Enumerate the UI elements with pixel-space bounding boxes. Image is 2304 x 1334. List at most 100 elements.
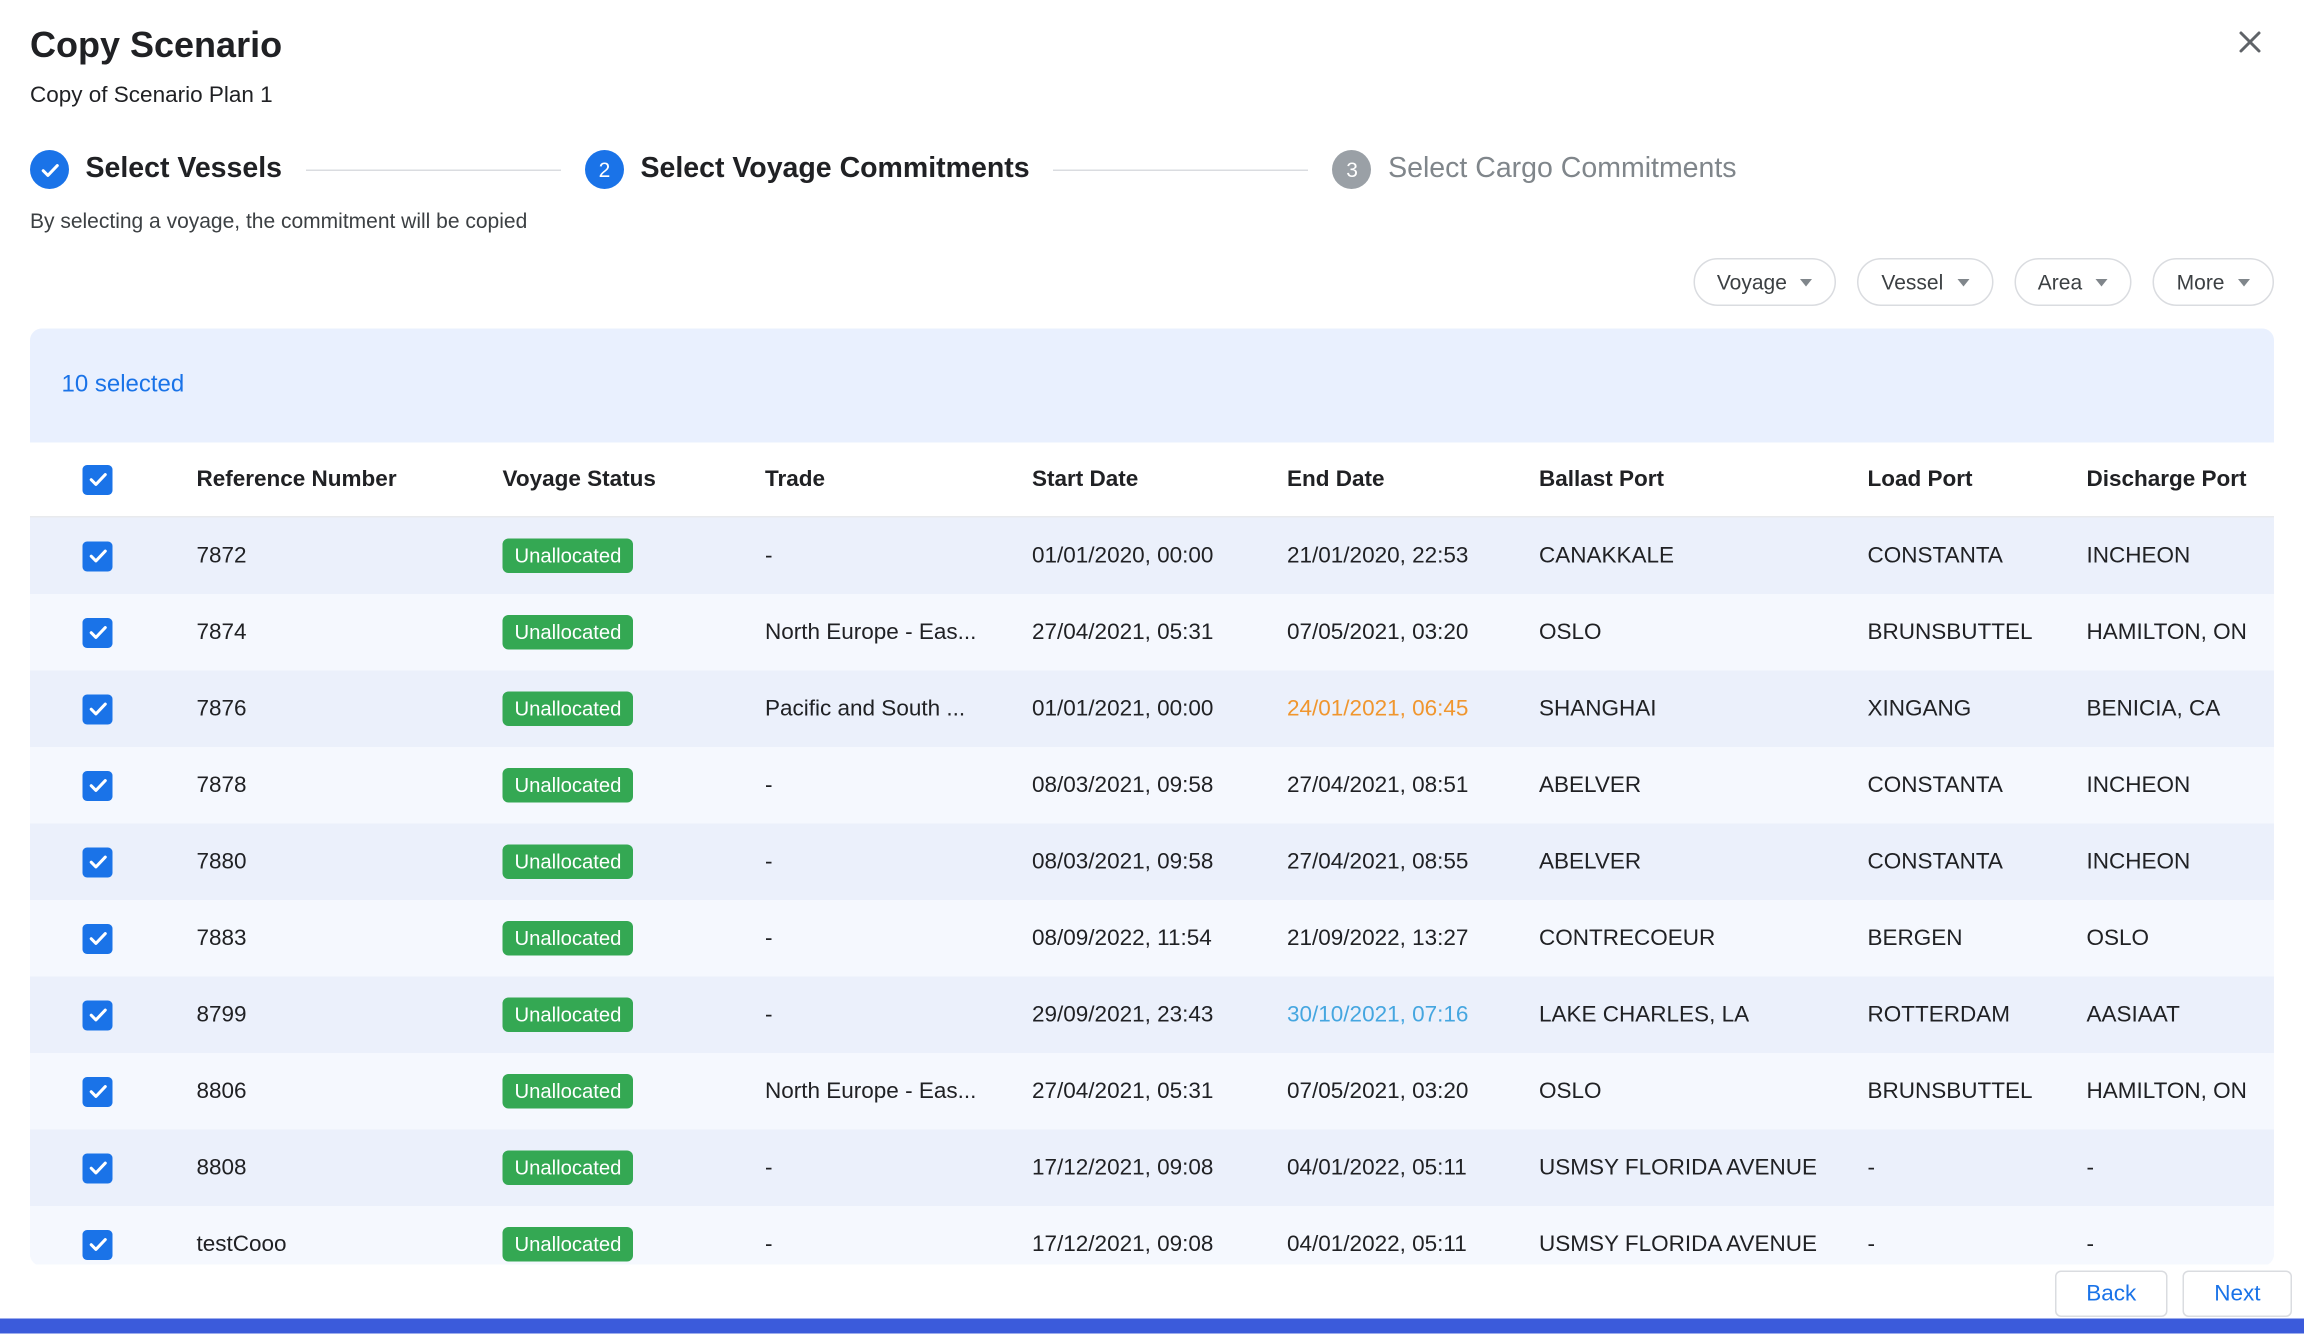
cell-load-port: -: [1836, 1232, 2055, 1258]
cell-start-date: 08/09/2022, 11:54: [1001, 926, 1256, 952]
cell-load-port: XINGANG: [1836, 696, 2055, 722]
cell-end-date: 27/04/2021, 08:51: [1256, 773, 1508, 799]
cell-load-port: CONSTANTA: [1836, 773, 2055, 799]
cell-ballast-port: CANAKKALE: [1508, 543, 1837, 569]
table-row[interactable]: 7872 Unallocated - 01/01/2020, 00:00 21/…: [30, 518, 2274, 595]
cell-ballast-port: OSLO: [1508, 620, 1837, 646]
step-select-voyage-commitments[interactable]: 2 Select Voyage Commitments: [585, 150, 1030, 189]
cell-ballast-port: ABELVER: [1508, 849, 1837, 875]
cell-end-date: 04/01/2022, 05:11: [1256, 1155, 1508, 1181]
row-checkbox[interactable]: [83, 617, 113, 647]
cell-ballast-port: LAKE CHARLES, LA: [1508, 1002, 1837, 1028]
cell-load-port: CONSTANTA: [1836, 543, 2055, 569]
dialog-header: Copy Scenario Copy of Scenario Plan 1: [0, 0, 2304, 111]
column-header-reference-number: Reference Number: [165, 467, 471, 493]
step-number-badge: 3: [1333, 150, 1372, 189]
back-button[interactable]: Back: [2055, 1271, 2168, 1318]
row-checkbox[interactable]: [83, 1153, 113, 1183]
cell-ballast-port: ABELVER: [1508, 773, 1837, 799]
cell-start-date: 17/12/2021, 09:08: [1001, 1155, 1256, 1181]
table-row[interactable]: 7878 Unallocated - 08/03/2021, 09:58 27/…: [30, 747, 2274, 824]
voyage-status-badge: Unallocated: [503, 768, 634, 802]
voyage-commitments-table: 10 selected Reference Number Voyage Stat…: [30, 329, 2274, 1267]
filter-bar: Voyage Vessel Area More: [30, 258, 2274, 306]
filter-label: Vessel: [1881, 270, 1943, 294]
row-checkbox[interactable]: [83, 923, 113, 953]
cell-voyage-status: Unallocated: [471, 768, 734, 802]
step-select-cargo-commitments[interactable]: 3 Select Cargo Commitments: [1333, 150, 1737, 189]
table-row[interactable]: 8808 Unallocated - 17/12/2021, 09:08 04/…: [30, 1130, 2274, 1207]
cell-discharge-port: BENICIA, CA: [2055, 696, 2274, 722]
selected-count: 10 selected: [62, 372, 185, 399]
cell-voyage-status: Unallocated: [471, 1227, 734, 1261]
cell-ballast-port: SHANGHAI: [1508, 696, 1837, 722]
cell-load-port: BRUNSBUTTEL: [1836, 1079, 2055, 1105]
close-icon: [2235, 26, 2265, 64]
cell-end-date: 30/10/2021, 07:16: [1256, 1002, 1508, 1028]
chevron-down-icon: [2096, 278, 2108, 286]
step-label: Select Voyage Commitments: [641, 153, 1030, 186]
cell-voyage-status: Unallocated: [471, 998, 734, 1032]
cell-discharge-port: -: [2055, 1155, 2274, 1181]
select-all-checkbox[interactable]: [83, 464, 113, 494]
voyage-status-badge: Unallocated: [503, 615, 634, 649]
filter-area-dropdown[interactable]: Area: [2014, 258, 2132, 306]
filter-more-dropdown[interactable]: More: [2153, 258, 2274, 306]
selection-summary: 10 selected: [30, 329, 2274, 443]
cell-ballast-port: USMSY FLORIDA AVENUE: [1508, 1232, 1837, 1258]
cell-discharge-port: -: [2055, 1232, 2274, 1258]
table-row[interactable]: 8799 Unallocated - 29/09/2021, 23:43 30/…: [30, 977, 2274, 1054]
cell-ballast-port: OSLO: [1508, 1079, 1837, 1105]
cell-reference-number: 7878: [165, 773, 471, 799]
cell-voyage-status: Unallocated: [471, 692, 734, 726]
step-select-vessels[interactable]: Select Vessels: [30, 150, 282, 189]
cell-start-date: 27/04/2021, 05:31: [1001, 620, 1256, 646]
cell-end-date: 07/05/2021, 03:20: [1256, 1079, 1508, 1105]
table-row[interactable]: 7876 Unallocated Pacific and South ... 0…: [30, 671, 2274, 748]
row-checkbox[interactable]: [83, 1076, 113, 1106]
filter-voyage-dropdown[interactable]: Voyage: [1693, 258, 1837, 306]
row-checkbox[interactable]: [83, 541, 113, 571]
row-checkbox[interactable]: [83, 1229, 113, 1259]
cell-voyage-status: Unallocated: [471, 921, 734, 955]
close-button[interactable]: [2232, 27, 2268, 63]
table-row[interactable]: 7874 Unallocated North Europe - Eas... 2…: [30, 594, 2274, 671]
table-row[interactable]: 7883 Unallocated - 08/09/2022, 11:54 21/…: [30, 900, 2274, 977]
copy-scenario-dialog: Copy Scenario Copy of Scenario Plan 1 Se…: [0, 0, 2304, 1334]
cell-voyage-status: Unallocated: [471, 845, 734, 879]
table-row[interactable]: 7880 Unallocated - 08/03/2021, 09:58 27/…: [30, 824, 2274, 901]
cell-start-date: 27/04/2021, 05:31: [1001, 1079, 1256, 1105]
cell-trade: -: [734, 1002, 1001, 1028]
dialog-subtitle: Copy of Scenario Plan 1: [30, 81, 2274, 111]
table-row[interactable]: 8806 Unallocated North Europe - Eas... 2…: [30, 1053, 2274, 1130]
cell-end-date: 07/05/2021, 03:20: [1256, 620, 1508, 646]
column-header-load-port: Load Port: [1836, 467, 2055, 493]
cell-load-port: ROTTERDAM: [1836, 1002, 2055, 1028]
filter-vessel-dropdown[interactable]: Vessel: [1857, 258, 1992, 306]
column-header-voyage-status: Voyage Status: [471, 467, 734, 493]
cell-voyage-status: Unallocated: [471, 1074, 734, 1108]
voyage-status-badge: Unallocated: [503, 845, 634, 879]
cell-start-date: 08/03/2021, 09:58: [1001, 849, 1256, 875]
cell-start-date: 01/01/2021, 00:00: [1001, 696, 1256, 722]
cell-trade: -: [734, 773, 1001, 799]
chevron-down-icon: [1957, 278, 1969, 286]
cell-reference-number: 7872: [165, 543, 471, 569]
next-button[interactable]: Next: [2183, 1271, 2292, 1318]
step-label: Select Vessels: [86, 153, 283, 186]
cell-ballast-port: USMSY FLORIDA AVENUE: [1508, 1155, 1837, 1181]
cell-ballast-port: CONTRECOEUR: [1508, 926, 1837, 952]
row-checkbox[interactable]: [83, 694, 113, 724]
row-checkbox[interactable]: [83, 1000, 113, 1030]
cell-start-date: 17/12/2021, 09:08: [1001, 1232, 1256, 1258]
voyage-status-badge: Unallocated: [503, 998, 634, 1032]
app-bottom-bar: [0, 1319, 2304, 1334]
table-row[interactable]: testCooo Unallocated - 17/12/2021, 09:08…: [30, 1206, 2274, 1266]
row-checkbox[interactable]: [83, 770, 113, 800]
table-header-row: Reference Number Voyage Status Trade Sta…: [30, 443, 2274, 518]
column-header-trade: Trade: [734, 467, 1001, 493]
row-checkbox[interactable]: [83, 847, 113, 877]
filter-label: More: [2177, 270, 2225, 294]
table-body: 7872 Unallocated - 01/01/2020, 00:00 21/…: [30, 518, 2274, 1267]
column-header-ballast-port: Ballast Port: [1508, 467, 1837, 493]
